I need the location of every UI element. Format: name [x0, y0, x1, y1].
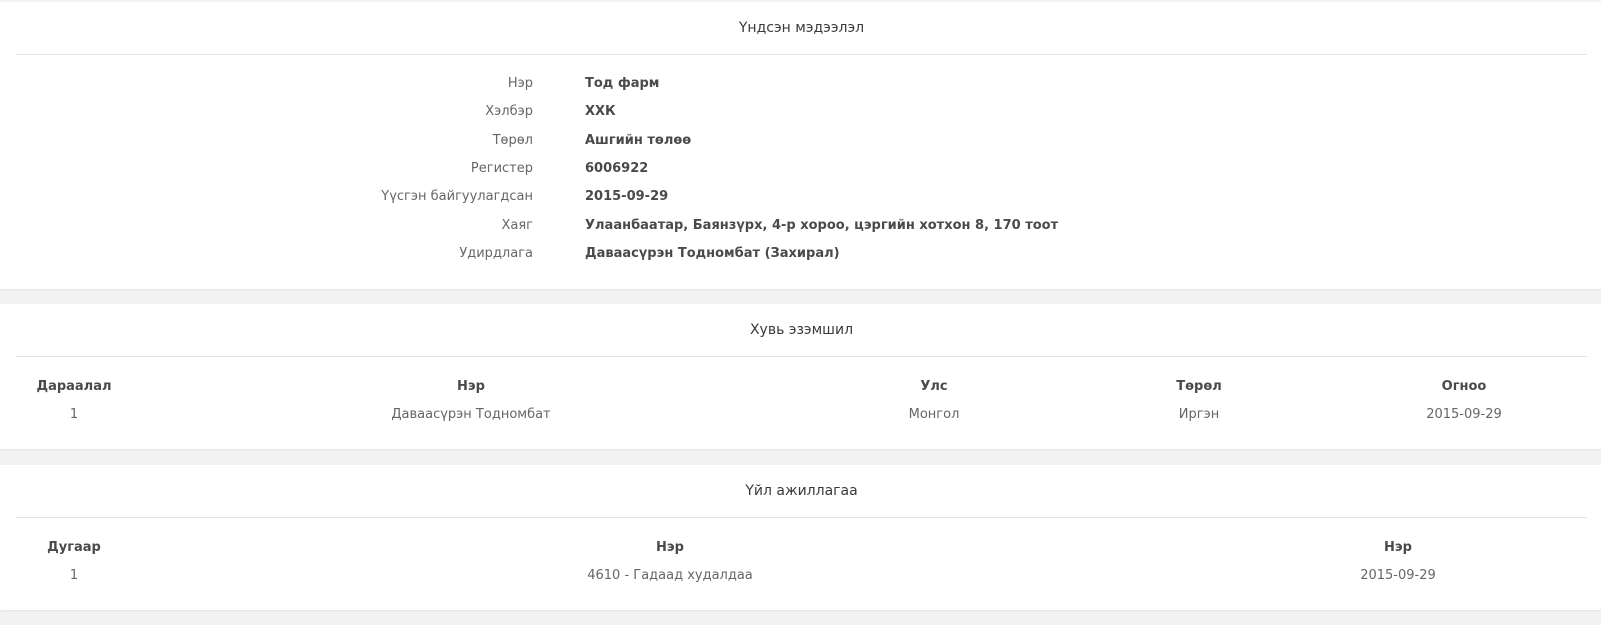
table-cell-country: Монгол — [908, 407, 960, 422]
info-value: Даваасүрэн Тодномбат (Захирал) — [585, 246, 840, 261]
info-label: Удирдлага — [459, 246, 533, 261]
table-cell-order: 1 — [69, 407, 79, 422]
info-label: Хаяг — [501, 218, 533, 233]
ownership-title: Хувь эзэмшил — [16, 304, 1587, 357]
info-label: Хэлбэр — [485, 104, 533, 119]
basic-info-panel: Үндсэн мэдээлэл Нэр Тод фарм Хэлбэр ХХК … — [0, 2, 1601, 289]
info-value: 6006922 — [585, 161, 649, 176]
info-row-address: Хаяг Улаанбаатар, Баянзүрх, 4-р хороо, ц… — [0, 216, 1601, 236]
info-label: Үүсгэн байгуулагдсан — [381, 189, 533, 204]
column-header-number: Дугаар — [47, 540, 101, 555]
info-row-register: Регистер 6006922 — [0, 159, 1601, 179]
column-header-name: Нэр — [457, 379, 485, 394]
activity-panel: Үйл ажиллагаа Дугаар Нэр Нэр 1 4610 - Га… — [0, 465, 1601, 610]
activity-title: Үйл ажиллагаа — [16, 465, 1587, 518]
info-value: 2015-09-29 — [585, 189, 669, 204]
table-cell-type: Иргэн — [1178, 407, 1220, 422]
info-label: Нэр — [507, 76, 533, 91]
table-cell-date: 2015-09-29 — [1360, 568, 1436, 583]
info-row-form: Хэлбэр ХХК — [0, 102, 1601, 122]
info-value: Улаанбаатар, Баянзүрх, 4-р хороо, цэргий… — [585, 218, 1059, 233]
info-value: Тод фарм — [585, 76, 660, 91]
table-cell-date: 2015-09-29 — [1426, 407, 1502, 422]
info-row-name: Нэр Тод фарм — [0, 74, 1601, 94]
table-cell-number: 1 — [69, 568, 79, 583]
info-row-founded: Үүсгэн байгуулагдсан 2015-09-29 — [0, 187, 1601, 207]
column-header-date: Нэр — [1384, 540, 1412, 555]
info-row-management: Удирдлага Даваасүрэн Тодномбат (Захирал) — [0, 244, 1601, 264]
column-header-name: Нэр — [656, 540, 684, 555]
info-value: ХХК — [585, 104, 616, 119]
info-value: Ашгийн төлөө — [585, 133, 692, 148]
info-row-type: Төрөл Ашгийн төлөө — [0, 131, 1601, 151]
column-header-order: Дараалал — [36, 379, 112, 394]
column-header-type: Төрөл — [1176, 379, 1222, 394]
info-label: Төрөл — [492, 133, 533, 148]
table-cell-name: 4610 - Гадаад худалдаа — [587, 568, 753, 583]
column-header-date: Огноо — [1441, 379, 1487, 394]
ownership-panel: Хувь эзэмшил Дараалал Нэр Улс Төрөл Огно… — [0, 304, 1601, 449]
info-label: Регистер — [470, 161, 533, 176]
column-header-country: Улс — [920, 379, 948, 394]
basic-info-title: Үндсэн мэдээлэл — [16, 2, 1587, 55]
table-cell-name: Даваасүрэн Тодномбат — [391, 407, 551, 422]
